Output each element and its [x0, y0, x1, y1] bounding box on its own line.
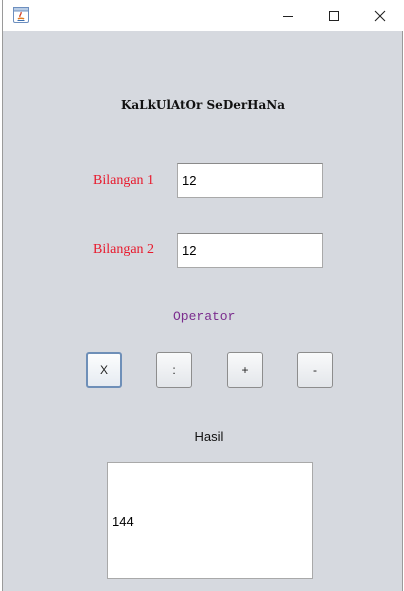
- multiply-button[interactable]: X: [86, 352, 122, 388]
- operator-label: Operator: [173, 309, 236, 324]
- app-window: KaLkUlAtOr SeDerHaNa Bilangan 1 Bilangan…: [2, 0, 403, 591]
- minimize-icon: [283, 15, 293, 17]
- close-button[interactable]: [357, 0, 403, 31]
- result-textarea[interactable]: 144: [107, 462, 313, 579]
- title-bar[interactable]: [3, 0, 403, 31]
- minimize-button[interactable]: [265, 0, 311, 31]
- bilangan-2-label: Bilangan 2: [93, 242, 155, 257]
- java-icon: [13, 7, 29, 23]
- close-icon: [374, 10, 386, 21]
- divide-button[interactable]: :: [156, 352, 192, 388]
- maximize-icon: [329, 10, 339, 21]
- result-value: 144: [112, 514, 134, 529]
- bilangan-1-input[interactable]: [177, 163, 323, 198]
- calculator-title: KaLkUlAtOr SeDerHaNa: [120, 98, 286, 112]
- result-label: Hasil: [194, 429, 224, 444]
- add-button[interactable]: +: [227, 352, 263, 388]
- maximize-button[interactable]: [311, 0, 357, 31]
- subtract-button[interactable]: -: [297, 352, 333, 388]
- bilangan-1-label: Bilangan 1: [93, 173, 155, 188]
- bilangan-2-input[interactable]: [177, 233, 323, 268]
